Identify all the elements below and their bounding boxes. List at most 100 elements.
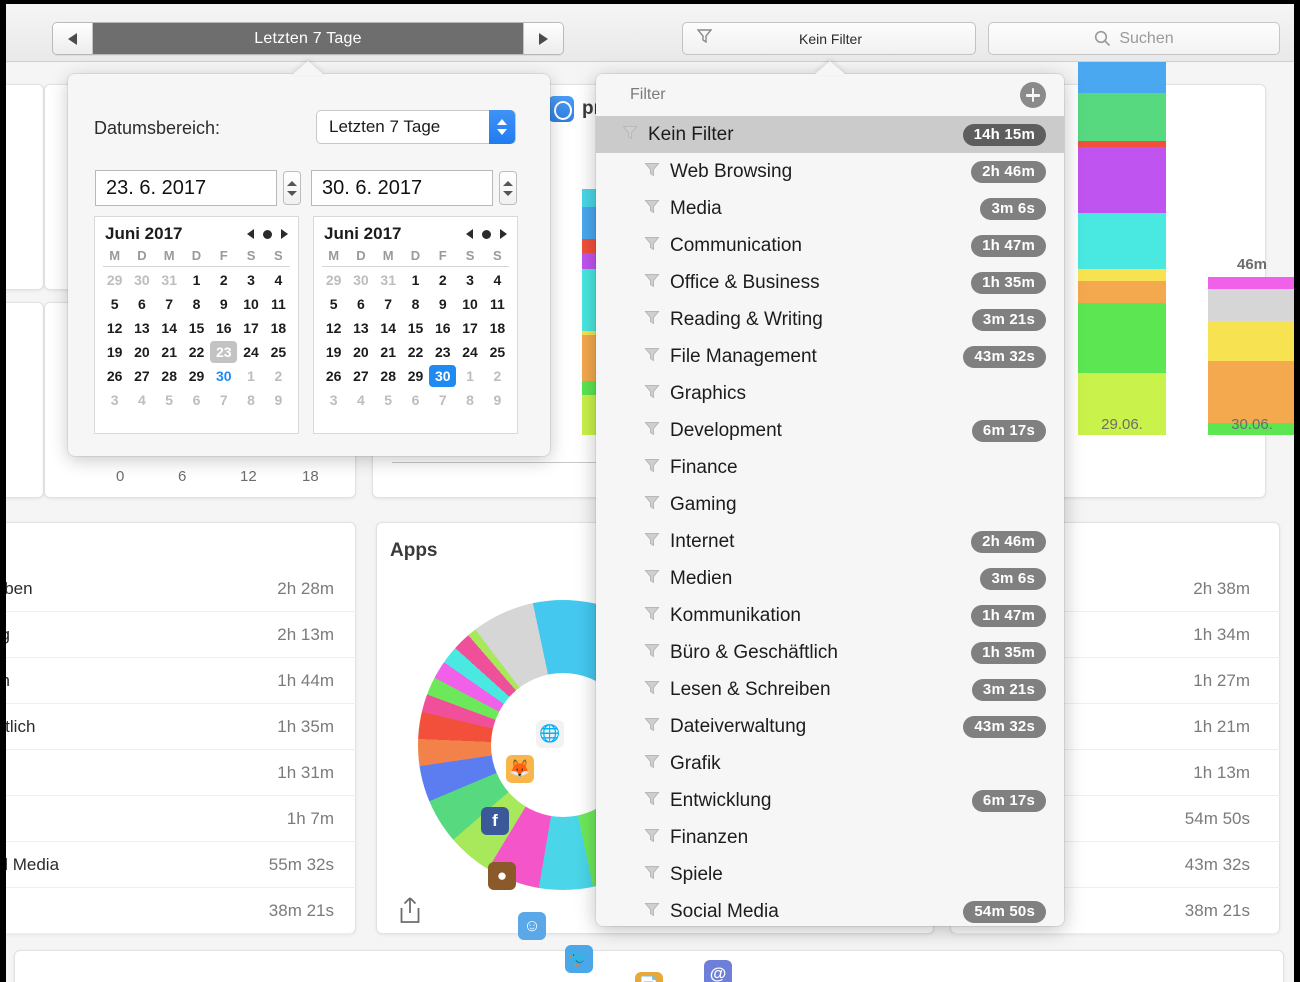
calendar-day[interactable]: 28 xyxy=(156,365,183,387)
calendar-day[interactable]: 15 xyxy=(183,317,210,339)
start-date-field[interactable]: 23. 6. 2017 xyxy=(95,170,277,206)
calendar-day[interactable]: 7 xyxy=(156,293,183,315)
today-dot-icon[interactable] xyxy=(263,229,272,239)
calendar-day[interactable]: 4 xyxy=(484,269,511,291)
calendar-day[interactable]: 27 xyxy=(128,365,155,387)
calendar-day[interactable]: 19 xyxy=(101,341,128,363)
calendar-day[interactable]: 10 xyxy=(456,293,483,315)
calendar-day[interactable]: 3 xyxy=(237,269,264,291)
list-item[interactable]: …ng 2h 13m xyxy=(0,612,356,658)
calendar-day[interactable]: 5 xyxy=(375,389,402,411)
calendar-day[interactable]: 7 xyxy=(210,389,237,411)
calendar-day[interactable]: 6 xyxy=(128,293,155,315)
filter-list-item[interactable]: Development 6m 17s xyxy=(596,412,1064,449)
calendar-day[interactable]: 31 xyxy=(156,269,183,291)
calendar-day[interactable]: 30 xyxy=(210,365,237,387)
calendar-day[interactable]: 18 xyxy=(265,317,292,339)
calendar-day[interactable]: 1 xyxy=(402,269,429,291)
calendar-day[interactable]: 4 xyxy=(128,389,155,411)
filter-list-item[interactable]: Grafik xyxy=(596,745,1064,782)
calendar-day[interactable]: 24 xyxy=(456,341,483,363)
calendar-day[interactable]: 2 xyxy=(210,269,237,291)
calendar-day[interactable]: 8 xyxy=(402,293,429,315)
end-calendar[interactable]: Juni 2017 M D M D F S S 29 30 31 1 2 3 4 5 6 7 8 9 10 11 12 13 1… xyxy=(313,216,518,434)
calendar-day[interactable]: 20 xyxy=(128,341,155,363)
list-item[interactable]: …äftlich 1h 35m xyxy=(0,704,356,750)
calendar-day[interactable]: 11 xyxy=(265,293,292,315)
calendar-day[interactable]: 26 xyxy=(320,365,347,387)
calendar-day[interactable]: 14 xyxy=(375,317,402,339)
filter-list-item[interactable]: Internet 2h 46m xyxy=(596,523,1064,560)
filter-list-item[interactable]: Kein Filter 14h 15m xyxy=(596,116,1064,153)
start-calendar[interactable]: Juni 2017 M D M D F S S 29 30 31 1 2 3 4 5 6 7 8 9 10 11 12 13 1… xyxy=(94,216,299,434)
calendar-day[interactable]: 1 xyxy=(237,365,264,387)
calendar-day[interactable]: 12 xyxy=(101,317,128,339)
filter-button[interactable]: Kein Filter xyxy=(682,22,976,55)
calendar-day[interactable]: 23 xyxy=(210,341,238,363)
calendar-day[interactable]: 19 xyxy=(320,341,347,363)
calendar-day[interactable]: 27 xyxy=(347,365,374,387)
filter-list-item[interactable]: Spiele xyxy=(596,856,1064,893)
calendar-day[interactable]: 6 xyxy=(402,389,429,411)
calendar-day[interactable]: 22 xyxy=(183,341,210,363)
calendar-day[interactable]: 2 xyxy=(484,365,511,387)
date-range-stepper[interactable] xyxy=(489,110,515,144)
calendar-day[interactable]: 16 xyxy=(210,317,237,339)
calendar-day[interactable]: 29 xyxy=(402,365,429,387)
filter-list-item[interactable]: Web Browsing 2h 46m xyxy=(596,153,1064,190)
calendar-day[interactable]: 13 xyxy=(347,317,374,339)
calendar-day[interactable]: 9 xyxy=(265,389,292,411)
calendar-day[interactable]: 31 xyxy=(375,269,402,291)
calendar-day[interactable]: 5 xyxy=(156,389,183,411)
calendar-day[interactable]: 10 xyxy=(237,293,264,315)
calendar-day[interactable]: 6 xyxy=(347,293,374,315)
calendar-day[interactable]: 2 xyxy=(265,365,292,387)
date-range-label[interactable]: Letzten 7 Tage xyxy=(93,23,523,54)
calendar-day[interactable]: 4 xyxy=(265,269,292,291)
filter-list-item[interactable]: Medien 3m 6s xyxy=(596,560,1064,597)
filter-list-item[interactable]: Social Media 54m 50s xyxy=(596,893,1064,926)
calendar-day[interactable]: 8 xyxy=(237,389,264,411)
calendar-day[interactable]: 21 xyxy=(156,341,183,363)
calendar-day[interactable]: 3 xyxy=(101,389,128,411)
calendar-day[interactable]: 29 xyxy=(183,365,210,387)
filter-list-item[interactable]: Büro & Geschäftlich 1h 35m xyxy=(596,634,1064,671)
today-dot-icon[interactable] xyxy=(482,229,491,239)
next-month-icon[interactable] xyxy=(500,229,507,239)
calendar-day[interactable]: 13 xyxy=(128,317,155,339)
prev-period-button[interactable] xyxy=(53,23,93,54)
list-item[interactable]: 1h 31m xyxy=(0,750,356,796)
calendar-day[interactable]: 8 xyxy=(183,293,210,315)
calendar-day[interactable]: 3 xyxy=(456,269,483,291)
calendar-day[interactable]: 29 xyxy=(101,269,128,291)
filter-list-item[interactable]: Finanzen xyxy=(596,819,1064,856)
filter-list-item[interactable]: Entwicklung 6m 17s xyxy=(596,782,1064,819)
next-period-button[interactable] xyxy=(523,23,563,54)
calendar-day[interactable]: 20 xyxy=(347,341,374,363)
filter-list-item[interactable]: Lesen & Schreiben 3m 21s xyxy=(596,671,1064,708)
end-date-stepper[interactable] xyxy=(499,171,517,205)
add-filter-button[interactable] xyxy=(1020,82,1046,108)
filter-list-item[interactable]: Communication 1h 47m xyxy=(596,227,1064,264)
filter-list-item[interactable]: Media 3m 6s xyxy=(596,190,1064,227)
calendar-day[interactable]: 7 xyxy=(375,293,402,315)
filter-list-item[interactable]: Dateiverwaltung 43m 32s xyxy=(596,708,1064,745)
calendar-day[interactable]: 8 xyxy=(456,389,483,411)
calendar-day[interactable]: 18 xyxy=(484,317,511,339)
list-item[interactable]: …on 1h 44m xyxy=(0,658,356,704)
calendar-day[interactable]: 14 xyxy=(156,317,183,339)
calendar-day[interactable]: 26 xyxy=(101,365,128,387)
calendar-day[interactable]: 5 xyxy=(320,293,347,315)
filter-list-item[interactable]: Graphics xyxy=(596,375,1064,412)
calendar-day[interactable]: 21 xyxy=(375,341,402,363)
calendar-day[interactable]: 15 xyxy=(402,317,429,339)
calendar-day[interactable]: 1 xyxy=(456,365,483,387)
search-input[interactable]: Suchen xyxy=(988,22,1280,55)
calendar-day[interactable]: 25 xyxy=(484,341,511,363)
list-item[interactable]: …eiben 2h 28m xyxy=(0,566,356,612)
calendar-day[interactable]: 1 xyxy=(183,269,210,291)
filter-list-item[interactable]: Kommunikation 1h 47m xyxy=(596,597,1064,634)
calendar-day[interactable]: 4 xyxy=(347,389,374,411)
calendar-day[interactable]: 11 xyxy=(484,293,511,315)
calendar-day[interactable]: 6 xyxy=(183,389,210,411)
